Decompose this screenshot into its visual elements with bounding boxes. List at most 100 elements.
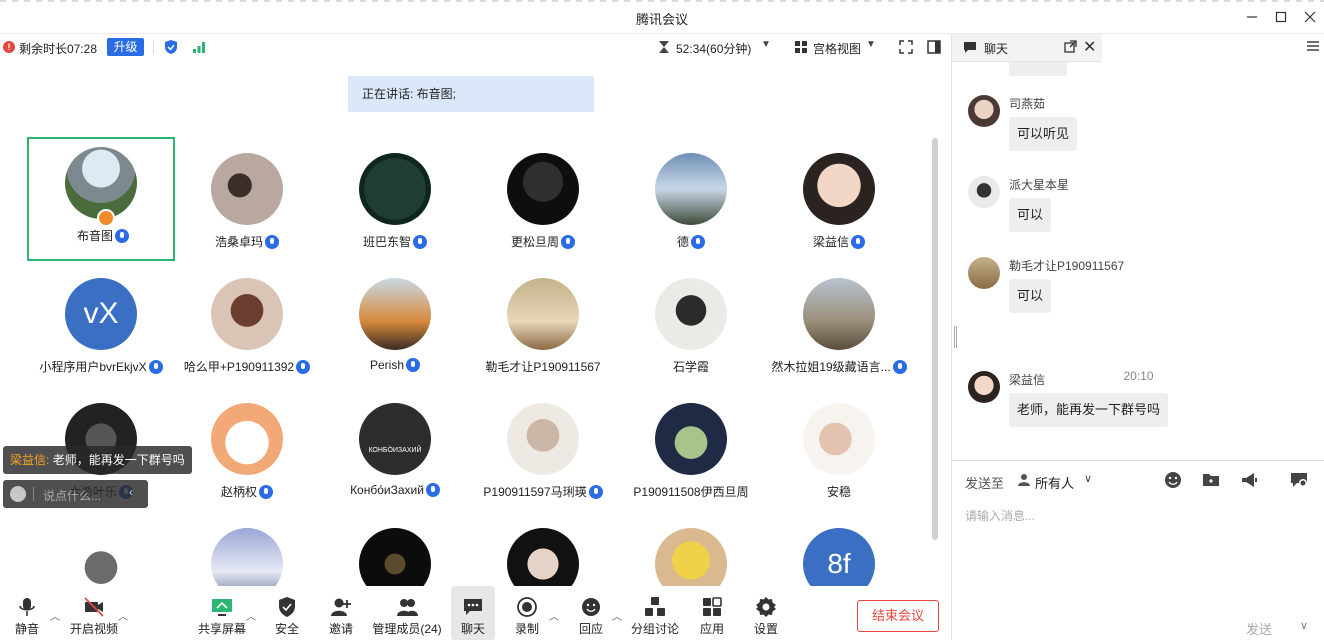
chat-panel-title: 聊天 — [984, 42, 1009, 56]
invite-button[interactable]: 邀请 — [326, 586, 356, 640]
chat-panel: 聊天 ✕ 司燕茹 可以听见 派大星本星 可以 勒毛才让P190911567 可以… — [951, 34, 1324, 640]
participant-tile[interactable] — [617, 512, 765, 586]
shield-icon[interactable] — [164, 39, 178, 55]
chevron-down-icon[interactable]: ▼ — [761, 39, 771, 50]
host-badge-icon — [97, 209, 115, 227]
upgrade-button[interactable]: 升级 — [107, 38, 144, 56]
chat-settings-icon[interactable] — [1290, 471, 1308, 489]
settings-button[interactable]: 设置 — [751, 586, 781, 640]
avatar — [655, 403, 727, 475]
participant-tile[interactable]: P190911508伊西旦周 — [617, 387, 765, 511]
minimize-button[interactable] — [1242, 7, 1262, 27]
start-video-button[interactable]: 开启视频 — [68, 586, 120, 640]
participant-tile[interactable] — [27, 512, 175, 586]
participant-tile[interactable]: КОНБО̀ИЗАХИЙ Конбо́иЗахий — [321, 387, 469, 511]
emoji-icon[interactable] — [1164, 471, 1182, 489]
apps-button[interactable]: 应用 — [697, 586, 727, 640]
view-mode-selector[interactable]: 宫格视图 — [813, 40, 861, 57]
participant-name: 更松旦周 — [469, 233, 617, 250]
popout-icon[interactable] — [1064, 40, 1077, 53]
participant-tile[interactable]: vX 小程序用户bvrEkjvX — [27, 262, 175, 386]
participant-name-text: 勒毛才让P190911567 — [485, 360, 601, 374]
chat-panel-tab[interactable]: 聊天 ✕ — [952, 34, 1102, 62]
participant-tile[interactable]: 德 — [617, 137, 765, 261]
fullscreen-icon[interactable] — [899, 40, 913, 54]
grid-view-icon[interactable] — [794, 40, 808, 54]
send-button[interactable]: 发送 — [1246, 619, 1272, 638]
chevron-down-icon[interactable]: ▼ — [866, 39, 876, 50]
video-label: 开启视频 — [69, 622, 118, 636]
microphone-icon — [691, 235, 705, 249]
sidebar-toggle-icon[interactable] — [927, 40, 941, 54]
mute-button[interactable]: 静音 — [10, 586, 44, 640]
participant-tile[interactable]: 哈么甲+P190911392 — [173, 262, 321, 386]
participant-name: 小程序用户bvrEkjvX — [27, 358, 175, 375]
resize-handle[interactable] — [954, 326, 957, 348]
participant-tile[interactable]: 石学霞 — [617, 262, 765, 386]
avatar — [65, 528, 137, 586]
chat-button[interactable]: 聊天 — [451, 586, 495, 640]
microphone-icon — [259, 485, 273, 499]
participant-tile[interactable] — [173, 512, 321, 586]
minimize-icon — [1247, 16, 1257, 18]
chevron-up-icon[interactable]: ︿ — [50, 608, 60, 623]
grid-scrollbar[interactable] — [932, 138, 938, 540]
recipient-selector[interactable]: 所有人 — [1035, 473, 1074, 492]
chevron-down-icon[interactable]: ∨ — [1084, 472, 1092, 485]
participant-tile[interactable] — [321, 512, 469, 586]
chevron-up-icon[interactable]: ︿ — [612, 608, 622, 623]
menu-icon[interactable] — [1306, 40, 1320, 52]
participant-tile[interactable]: 浩桑卓玛 — [173, 137, 321, 261]
signal-icon[interactable] — [192, 40, 206, 54]
quick-chat-input[interactable]: 说点什么... ‹ — [3, 480, 148, 508]
chevron-up-icon[interactable]: ︿ — [118, 608, 128, 623]
add-user-icon — [331, 598, 351, 616]
security-button[interactable]: 安全 — [272, 586, 302, 640]
megaphone-icon[interactable] — [1240, 471, 1258, 489]
folder-icon[interactable] — [1202, 471, 1220, 489]
message-input[interactable]: 请输入消息... — [965, 507, 1035, 524]
emoji-icon[interactable] — [10, 486, 26, 502]
toast-message: 老师，能再发一下群号吗 — [52, 453, 185, 467]
maximize-button[interactable] — [1271, 7, 1291, 27]
close-chat-icon[interactable]: ✕ — [1083, 37, 1096, 57]
chevron-left-icon[interactable]: ‹ — [129, 485, 133, 499]
participant-tile[interactable]: 安稳 — [765, 387, 913, 511]
participant-tile[interactable]: 班巴东智 — [321, 137, 469, 261]
record-button[interactable]: 录制 — [512, 586, 542, 640]
react-button[interactable]: 回应 — [576, 586, 606, 640]
microphone-icon — [19, 598, 35, 616]
participant-name: P190911597马琍瑛 — [469, 483, 617, 500]
end-meeting-button[interactable]: 结束会议 — [857, 600, 939, 632]
participant-tile[interactable]: 赵柄权 — [173, 387, 321, 511]
close-button[interactable] — [1300, 7, 1320, 27]
apps-label: 应用 — [699, 622, 724, 636]
participant-tile[interactable]: 梁益信 — [765, 137, 913, 261]
apps-icon — [703, 597, 722, 616]
participant-tile[interactable]: Perish — [321, 262, 469, 386]
chevron-up-icon[interactable]: ︿ — [549, 608, 559, 623]
meeting-timer[interactable]: 52:34(60分钟) — [676, 40, 751, 57]
chat-compose-area: 发送至 所有人 ∨ 请输入消息... 发送 ∨ — [952, 460, 1324, 640]
chat-message-list[interactable]: 司燕茹 可以听见 派大星本星 可以 勒毛才让P190911567 可以 20:1… — [952, 62, 1324, 492]
participant-tile[interactable]: P190911597马琍瑛 — [469, 387, 617, 511]
chevron-up-icon[interactable]: ︿ — [246, 608, 256, 623]
security-label: 安全 — [274, 622, 299, 636]
breakout-rooms-button[interactable]: 分组讨论 — [630, 586, 680, 640]
share-screen-button[interactable]: 共享屏幕 — [198, 586, 246, 640]
participant-tile[interactable] — [469, 512, 617, 586]
avatar — [655, 278, 727, 350]
participant-tile[interactable]: 8f — [765, 512, 913, 586]
avatar — [211, 153, 283, 225]
microphone-icon — [115, 229, 129, 243]
share-screen-icon — [212, 599, 232, 616]
participant-tile[interactable]: 更松旦周 — [469, 137, 617, 261]
participant-tile[interactable]: 布音图 — [27, 137, 175, 261]
participant-tile[interactable]: 勒毛才让P190911567 — [469, 262, 617, 386]
chevron-down-icon[interactable]: ∨ — [1300, 619, 1308, 632]
participant-tile[interactable]: 然木拉姐19级藏语言... — [765, 262, 913, 386]
microphone-icon — [265, 235, 279, 249]
chat-toast[interactable]: 梁益信: 老师，能再发一下群号吗 — [3, 446, 192, 474]
manage-members-button[interactable]: 管理成员(24) — [372, 586, 442, 640]
avatar — [211, 278, 283, 350]
